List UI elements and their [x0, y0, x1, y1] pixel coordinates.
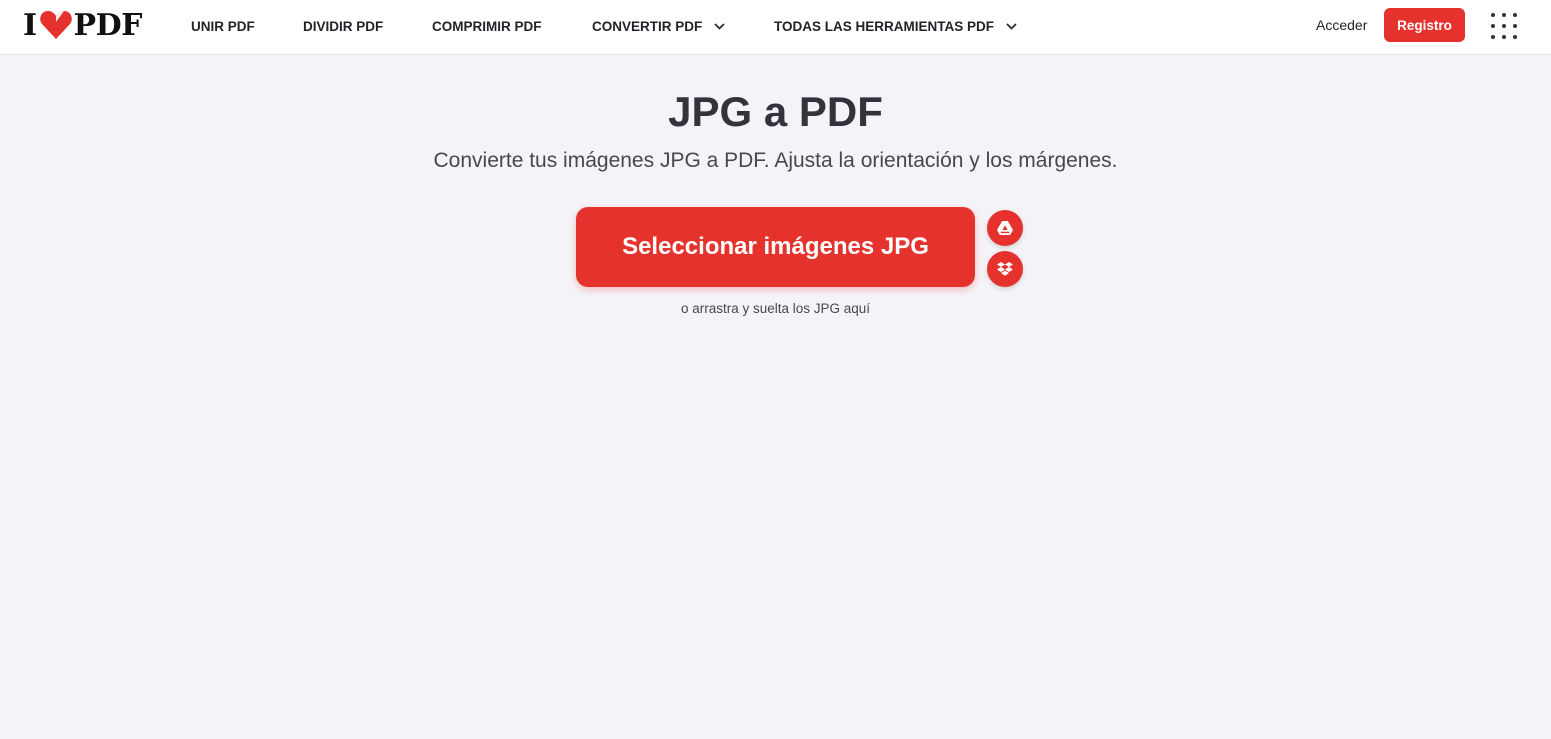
select-jpg-images-button[interactable]: Seleccionar imágenes JPG	[576, 207, 975, 287]
logo-letter-i: I	[23, 7, 37, 43]
apps-grid-icon[interactable]	[1490, 12, 1517, 39]
top-navigation-bar: I PDF UNIR PDF DIVIDIR PDF COMPRIMIR PDF…	[0, 0, 1551, 55]
nav-all-tools-dropdown[interactable]: TODAS LAS HERRAMIENTAS PDF	[774, 17, 1017, 35]
ilovepdf-logo[interactable]: I PDF	[23, 7, 143, 43]
logo-text-pdf: PDF	[73, 7, 143, 43]
heart-icon	[39, 11, 72, 39]
dropbox-button[interactable]	[987, 251, 1023, 287]
google-drive-icon	[997, 221, 1013, 235]
login-link[interactable]: Acceder	[1316, 17, 1367, 33]
page-title: JPG a PDF	[668, 88, 883, 135]
nav-compress-pdf[interactable]: COMPRIMIR PDF	[432, 17, 542, 35]
page-subtitle: Convierte tus imágenes JPG a PDF. Ajusta…	[433, 149, 1118, 172]
nav-convert-pdf-dropdown[interactable]: CONVERTIR PDF	[592, 17, 725, 35]
nav-label: DIVIDIR PDF	[303, 18, 384, 34]
drag-drop-hint: o arrastra y suelta los JPG aquí	[680, 301, 871, 316]
google-drive-button[interactable]	[987, 210, 1023, 246]
nav-label: COMPRIMIR PDF	[432, 18, 542, 34]
nav-merge-pdf[interactable]: UNIR PDF	[191, 17, 255, 35]
nav-label: CONVERTIR PDF	[592, 18, 703, 34]
dropbox-icon	[997, 262, 1013, 276]
nav-label: TODAS LAS HERRAMIENTAS PDF	[774, 18, 995, 34]
nav-split-pdf[interactable]: DIVIDIR PDF	[303, 17, 383, 35]
signup-button[interactable]: Registro	[1384, 8, 1465, 42]
chevron-down-icon	[1006, 22, 1017, 30]
nav-label: UNIR PDF	[191, 18, 255, 34]
chevron-down-icon	[714, 22, 725, 30]
